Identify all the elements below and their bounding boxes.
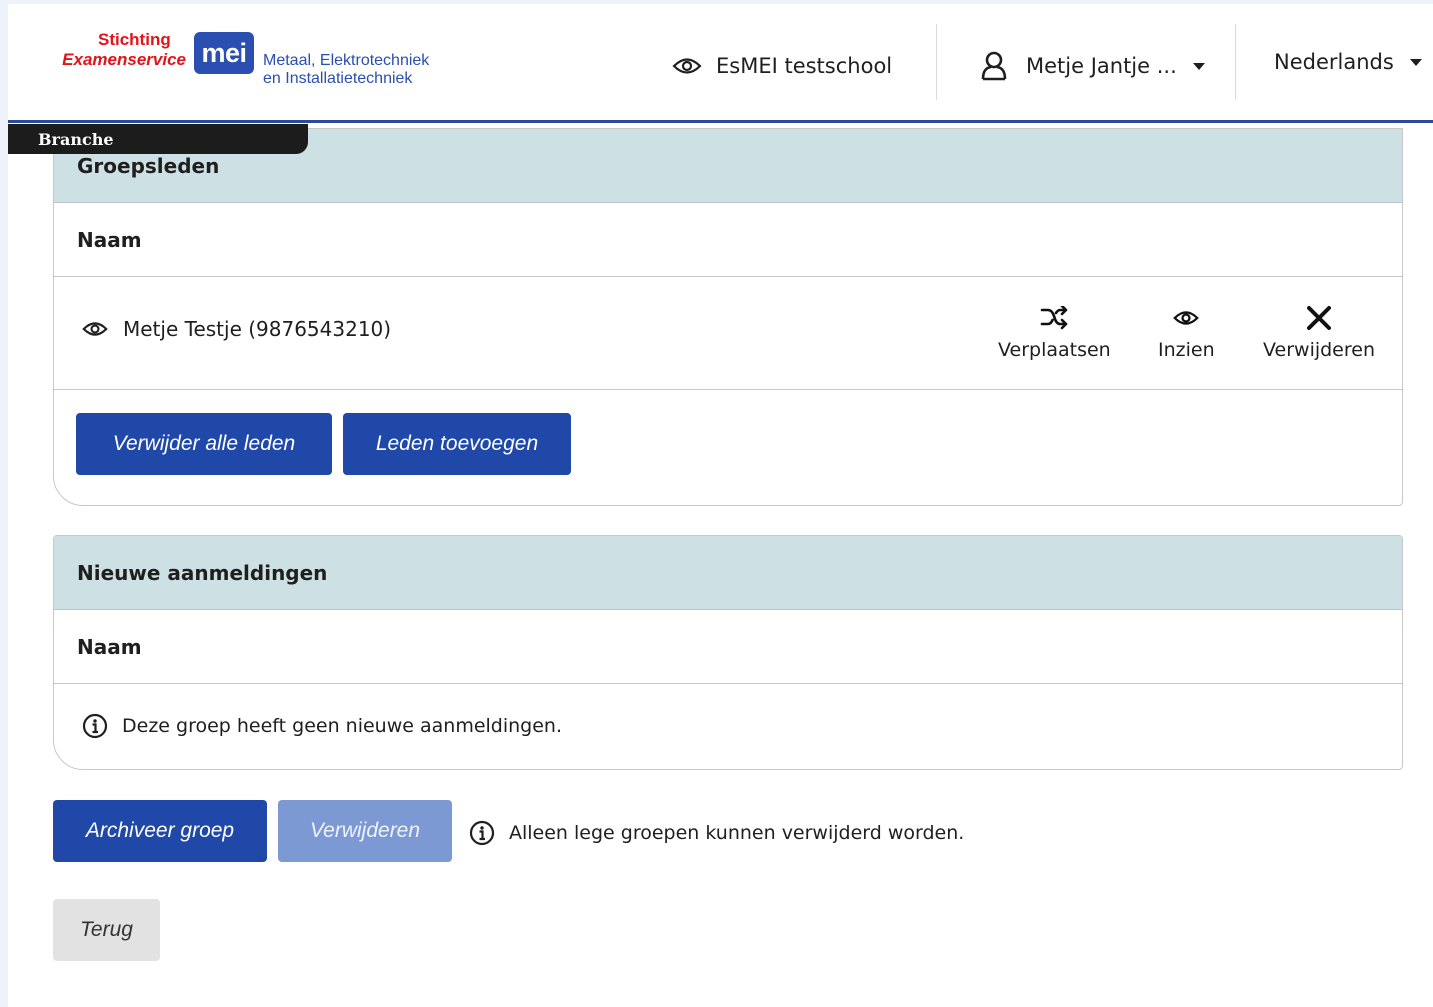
card-title: Nieuwe aanmeldingen	[54, 536, 1402, 610]
empty-message: Deze groep heeft geen nieuwe aanmeldinge…	[54, 684, 1402, 768]
shuffle-icon	[1040, 303, 1068, 333]
school-name: EsMEI testschool	[716, 54, 893, 78]
site-header: Stichting Examenservice mei Metaal, Elek…	[8, 4, 1433, 120]
member-name[interactable]: Metje Testje (9876543210)	[82, 317, 391, 341]
back-button[interactable]: Terug	[53, 899, 160, 961]
remove-member-button[interactable]: Verwijderen	[1263, 303, 1375, 361]
empty-message-text: Deze groep heeft geen nieuwe aanmeldinge…	[122, 715, 563, 737]
header-divider	[936, 24, 937, 100]
info-icon	[82, 713, 108, 739]
delete-info: Alleen lege groepen kunnen verwijderd wo…	[469, 816, 964, 850]
branche-tab[interactable]: Branche	[8, 124, 308, 154]
delete-group-button[interactable]: Verwijderen	[278, 800, 452, 862]
user-icon	[980, 50, 1012, 82]
logo-mei-badge: mei	[194, 32, 254, 74]
page-left-edge	[0, 0, 8, 1007]
info-icon	[469, 820, 495, 846]
remove-label: Verwijderen	[1263, 339, 1375, 361]
delete-info-text: Alleen lege groepen kunnen verwijderd wo…	[509, 822, 965, 844]
logo-examenservice: Examenservice	[62, 50, 186, 69]
language-selector[interactable]: Nederlands	[1274, 42, 1422, 82]
logo-subtitle-line2: en Installatietechniek	[263, 70, 413, 87]
column-header-naam: Naam	[54, 610, 1402, 684]
eye-icon	[672, 54, 704, 78]
header-accent-line	[8, 120, 1433, 123]
groepsleden-card: Groepsleden Naam Metje Testje (987654321…	[53, 128, 1403, 506]
chevron-down-icon	[1192, 62, 1205, 70]
nieuwe-aanmeldingen-card: Nieuwe aanmeldingen Naam Deze groep heef…	[53, 535, 1403, 770]
user-name: Metje Jantje ...	[1026, 54, 1177, 78]
archive-group-button[interactable]: Archiveer groep	[53, 800, 267, 862]
user-menu[interactable]: Metje Jantje ...	[980, 46, 1205, 86]
chevron-down-icon	[1409, 58, 1422, 66]
member-name-label: Metje Testje (9876543210)	[123, 317, 392, 341]
close-icon	[1306, 303, 1332, 333]
eye-icon	[82, 318, 110, 340]
school-switcher[interactable]: EsMEI testschool	[672, 46, 892, 86]
view-member-button[interactable]: Inzien	[1158, 303, 1215, 361]
remove-all-members-button[interactable]: Verwijder alle leden	[76, 413, 332, 475]
header-divider	[1235, 24, 1236, 100]
logo-subtitle-line1: Metaal, Elektrotechniek	[263, 52, 430, 69]
language-label: Nederlands	[1274, 50, 1394, 74]
move-member-button[interactable]: Verplaatsen	[998, 303, 1111, 361]
add-members-button[interactable]: Leden toevoegen	[343, 413, 571, 475]
move-label: Verplaatsen	[998, 339, 1111, 361]
column-header-naam: Naam	[54, 203, 1402, 277]
table-row: Metje Testje (9876543210) Verplaatsen In…	[54, 277, 1402, 390]
view-label: Inzien	[1158, 339, 1215, 361]
eye-icon	[1173, 303, 1200, 333]
